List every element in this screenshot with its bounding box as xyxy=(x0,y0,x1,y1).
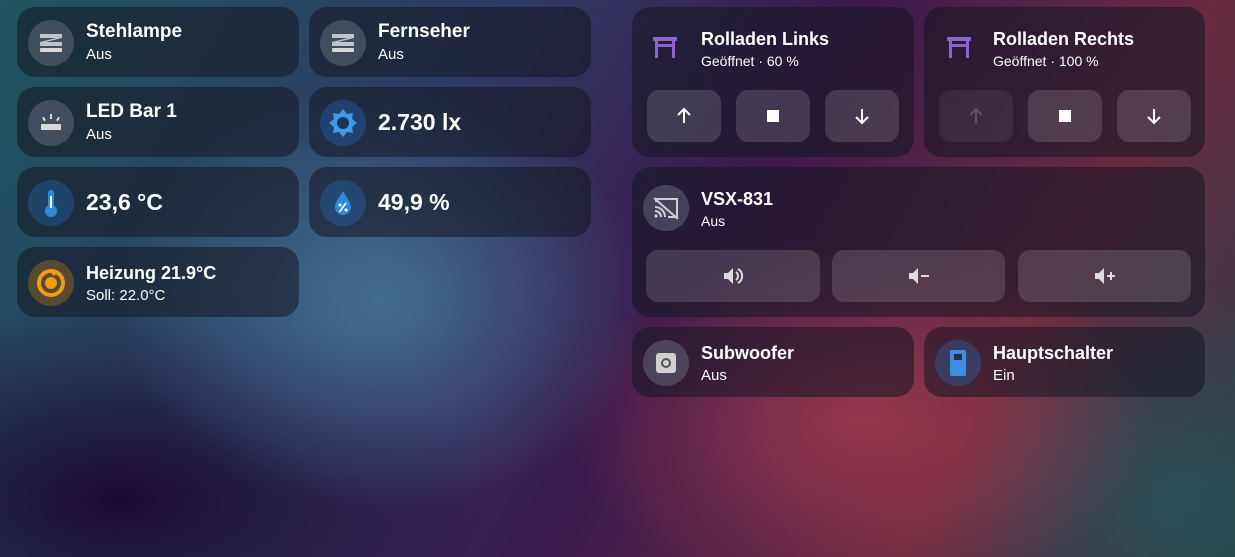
cover-state: Geöffnet · 60 % xyxy=(701,53,799,69)
volume-high-icon xyxy=(724,268,744,284)
media-state: Aus xyxy=(701,213,726,229)
speaker-icon[interactable] xyxy=(643,340,689,386)
thermostat-icon[interactable] xyxy=(28,260,74,306)
volume-down-button[interactable] xyxy=(832,250,1005,302)
cover-name: Rolladen Links xyxy=(701,29,830,49)
volume-plus-icon xyxy=(1094,268,1115,284)
window-shutter-open-icon[interactable] xyxy=(946,35,972,59)
cover-open-button[interactable] xyxy=(939,90,1013,142)
illuminance-value: 2.730 lx xyxy=(378,109,462,135)
tile-state: Aus xyxy=(86,46,112,63)
tile-subwoofer[interactable]: Subwoofer Aus xyxy=(632,327,914,397)
brightness-icon[interactable] xyxy=(320,100,366,146)
volume-minus-icon xyxy=(908,268,929,284)
led-strip-icon[interactable] xyxy=(320,20,366,66)
tile-illuminance[interactable]: 2.730 lx xyxy=(309,87,591,157)
cast-off-icon[interactable] xyxy=(643,185,689,231)
tile-name: Heizung 21.9°C xyxy=(86,263,217,283)
arrow-up-icon xyxy=(677,107,691,123)
volume-up-button[interactable] xyxy=(1018,250,1191,302)
cover-card-links: Rolladen Links Geöffnet · 60 % xyxy=(632,7,914,157)
tile-temperature[interactable]: 23,6 °C xyxy=(17,167,299,237)
tile-name: Fernseher xyxy=(378,21,470,42)
tile-fernseher[interactable]: Fernseher Aus xyxy=(309,7,591,77)
tile-name: LED Bar 1 xyxy=(86,101,177,122)
tile-hauptschalter[interactable]: Hauptschalter Ein xyxy=(924,327,1205,397)
water-percent-icon[interactable] xyxy=(320,180,366,226)
cover-state: Geöffnet · 100 % xyxy=(993,53,1099,69)
cover-stop-button[interactable] xyxy=(736,90,810,142)
led-strip-icon[interactable] xyxy=(28,20,74,66)
media-name: VSX-831 xyxy=(701,189,774,209)
cover-open-button[interactable] xyxy=(647,90,721,142)
window-shutter-open-icon[interactable] xyxy=(652,35,678,59)
tile-humidity[interactable]: 49,9 % xyxy=(309,167,591,237)
stop-icon xyxy=(767,110,779,122)
media-player-card: VSX-831 Aus xyxy=(632,167,1205,317)
cover-stop-button[interactable] xyxy=(1028,90,1102,142)
cover-card-rechts: Rolladen Rechts Geöffnet · 100 % xyxy=(924,7,1205,157)
cover-close-button[interactable] xyxy=(1117,90,1191,142)
tile-state: Ein xyxy=(993,367,1015,384)
tile-name: Stehlampe xyxy=(86,21,183,42)
thermometer-icon[interactable] xyxy=(28,180,74,226)
tile-stehlampe[interactable]: Stehlampe Aus xyxy=(17,7,299,77)
arrow-up-icon xyxy=(969,107,983,123)
arrow-down-icon xyxy=(1147,109,1161,125)
tile-state: Aus xyxy=(86,126,112,143)
stop-icon xyxy=(1059,110,1071,122)
tile-state: Aus xyxy=(378,46,404,63)
humidity-value: 49,9 % xyxy=(378,189,450,215)
ceiling-light-icon[interactable] xyxy=(28,100,74,146)
tile-name: Subwoofer xyxy=(701,343,794,363)
cover-close-button[interactable] xyxy=(825,90,899,142)
power-socket-icon[interactable] xyxy=(935,340,981,386)
tile-state: Aus xyxy=(701,367,727,384)
volume-button[interactable] xyxy=(646,250,820,302)
tile-state: Soll: 22.0°C xyxy=(86,287,166,304)
tile-led-bar[interactable]: LED Bar 1 Aus xyxy=(17,87,299,157)
cover-name: Rolladen Rechts xyxy=(993,29,1135,49)
temperature-value: 23,6 °C xyxy=(86,189,163,215)
tile-heizung[interactable]: Heizung 21.9°C Soll: 22.0°C xyxy=(17,247,299,317)
tile-name: Hauptschalter xyxy=(993,343,1114,363)
arrow-down-icon xyxy=(855,109,869,125)
